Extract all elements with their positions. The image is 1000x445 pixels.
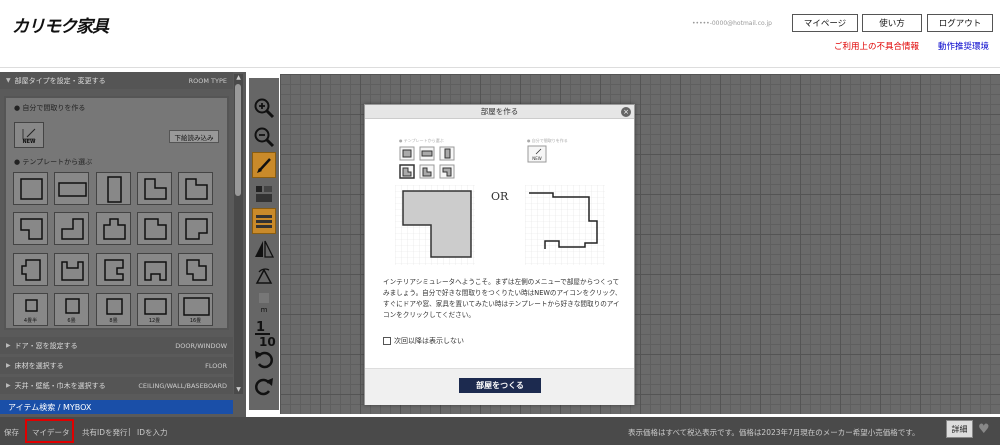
new-thumbnail: NEW <box>527 145 547 163</box>
template-tile[interactable] <box>13 212 48 245</box>
self-make-label: ● 自分で間取りを作る <box>14 104 86 112</box>
undo-icon[interactable] <box>252 347 276 371</box>
modal-footer: 部屋をつくる <box>365 368 634 405</box>
close-icon[interactable]: × <box>621 107 631 117</box>
svg-text:1: 1 <box>256 320 265 335</box>
size-tile-4-5[interactable]: 4畳半 <box>13 293 48 326</box>
pencil-icon[interactable] <box>252 152 276 178</box>
svg-text:NEW: NEW <box>532 156 542 161</box>
template-tile[interactable] <box>137 172 172 205</box>
chevron-down-icon: ▼ <box>6 77 11 84</box>
save-button[interactable]: 保存 <box>4 427 19 438</box>
modal-title: 部屋を作る <box>365 105 634 119</box>
zoom-out-icon[interactable] <box>252 125 276 149</box>
dont-show-again-checkbox[interactable]: 次回以降は表示しない <box>383 336 464 346</box>
zoom-in-icon[interactable] <box>252 96 276 120</box>
door-window-header[interactable]: ▶ ドア・窓を設定する DOOR/WINDOW <box>0 337 233 354</box>
template-tile[interactable] <box>178 172 213 205</box>
wall-icon[interactable] <box>252 208 276 234</box>
template-tile[interactable] <box>54 172 89 205</box>
scroll-down-icon[interactable]: ▼ <box>234 386 243 394</box>
ceiling-tag: CEILING/WALL/BASEBOARD <box>138 381 227 390</box>
self-caption: ● 自分で間取りを作る <box>527 138 568 143</box>
floor-header[interactable]: ▶ 床材を選択する FLOOR <box>0 357 233 374</box>
tool-column: m 1 10 <box>249 78 279 410</box>
door-window-label: ドア・窓を設定する <box>14 341 78 350</box>
template-label: ● テンプレートから選ぶ <box>14 158 93 166</box>
user-email: •••••-0000@hotmail.co.jp <box>692 20 772 27</box>
share-id-button[interactable]: 共有IDを発行 <box>82 427 128 438</box>
template-tile[interactable] <box>178 253 213 286</box>
header: カリモク家具 •••••-0000@hotmail.co.jp マイページ 使い… <box>0 0 1000 68</box>
mydata-highlight <box>25 419 74 443</box>
template-tile[interactable] <box>96 172 131 205</box>
room-type-label: 部屋タイプを設定・変更する <box>14 76 106 85</box>
floor-label: 床材を選択する <box>14 361 64 370</box>
template-tile[interactable] <box>137 212 172 245</box>
bug-info-link[interactable]: ご利用上の不具合情報 <box>834 40 919 52</box>
unit-icon[interactable]: m <box>252 290 276 314</box>
modal-description: インテリアシミュレータへようこそ。まずは左側のメニューで部屋からつくってみましょ… <box>383 278 622 319</box>
scroll-up-icon[interactable]: ▲ <box>234 74 243 82</box>
self-floorplan-preview <box>525 185 605 265</box>
door-window-tag: DOOR/WINDOW <box>175 341 227 350</box>
layout-icon[interactable] <box>252 182 276 206</box>
or-text: OR <box>491 190 509 203</box>
detail-button[interactable]: 詳細 <box>946 420 973 438</box>
checkbox-label: 次回以降は表示しない <box>394 337 464 345</box>
pencil-icon <box>22 128 36 140</box>
download-sketch-button[interactable]: 下絵読み込み <box>169 130 219 143</box>
separator: | <box>128 427 131 436</box>
room-type-header[interactable]: ▼ 部屋タイプを設定・変更する ROOM TYPE <box>0 72 233 89</box>
price-note: 表示価格はすべて税込表示です。価格は2023年7月現在のメーカー希望小売価格です… <box>628 428 920 437</box>
template-thumbnails <box>399 146 455 179</box>
logout-button[interactable]: ログアウト <box>927 14 993 32</box>
new-label: NEW <box>22 139 36 145</box>
enter-id-button[interactable]: IDを入力 <box>137 427 168 438</box>
brand-logo[interactable]: カリモク家具 <box>12 12 109 37</box>
chevron-right-icon: ▶ <box>6 382 11 389</box>
floor-tag: FLOOR <box>205 361 227 370</box>
howto-button[interactable]: 使い方 <box>862 14 922 32</box>
item-search-bar[interactable]: アイテム検索 / MYBOX <box>0 400 233 414</box>
template-tile[interactable] <box>96 212 131 245</box>
template-tile[interactable] <box>96 253 131 286</box>
template-floorplan-preview <box>395 185 475 265</box>
ceiling-label: 天井・壁紙・巾木を選択する <box>14 381 106 390</box>
size-tile-12[interactable]: 12畳 <box>137 293 172 326</box>
template-tile[interactable] <box>13 253 48 286</box>
create-room-button[interactable]: 部屋をつくる <box>459 378 541 393</box>
template-tile[interactable] <box>178 212 213 245</box>
left-panel-scrollbar[interactable]: ▲ ▼ <box>234 74 243 394</box>
ceiling-header[interactable]: ▶ 天井・壁紙・巾木を選択する CEILING/WALL/BASEBOARD <box>0 377 233 394</box>
template-tile[interactable] <box>54 212 89 245</box>
bottom-bar: 保存 マイデータ 共有IDを発行 | IDを入力 表示価格はすべて税込表示です。… <box>0 417 1000 445</box>
scroll-thumb[interactable] <box>235 84 241 196</box>
redo-icon[interactable] <box>252 374 276 398</box>
size-tile-16[interactable]: 16畳 <box>178 293 213 326</box>
flip-horizontal-icon[interactable] <box>252 237 276 261</box>
new-room-button[interactable]: NEW <box>14 122 44 148</box>
svg-text:m: m <box>261 306 268 313</box>
scale-icon[interactable]: 1 10 <box>252 318 276 348</box>
size-tile-6[interactable]: 6畳 <box>54 293 89 326</box>
size-tile-8[interactable]: 8畳 <box>96 293 131 326</box>
rotate-triangle-icon[interactable] <box>252 263 276 287</box>
template-tile[interactable] <box>137 253 172 286</box>
mypage-button[interactable]: マイページ <box>792 14 858 32</box>
recommended-env-link[interactable]: 動作推奨環境 <box>938 40 989 52</box>
template-caption: ● テンプレートから選ぶ <box>399 138 444 143</box>
template-tile[interactable] <box>54 253 89 286</box>
chevron-right-icon: ▶ <box>6 342 11 349</box>
template-tile[interactable] <box>13 172 48 205</box>
checkbox-box[interactable] <box>383 337 391 345</box>
chevron-right-icon: ▶ <box>6 362 11 369</box>
create-room-modal: 部屋を作る × ● テンプレートから選ぶ OR ● 自分で間取りを作る NEW … <box>364 104 635 405</box>
room-type-tag: ROOM TYPE <box>188 76 227 85</box>
favorite-heart-icon[interactable]: ♥ <box>978 422 990 437</box>
